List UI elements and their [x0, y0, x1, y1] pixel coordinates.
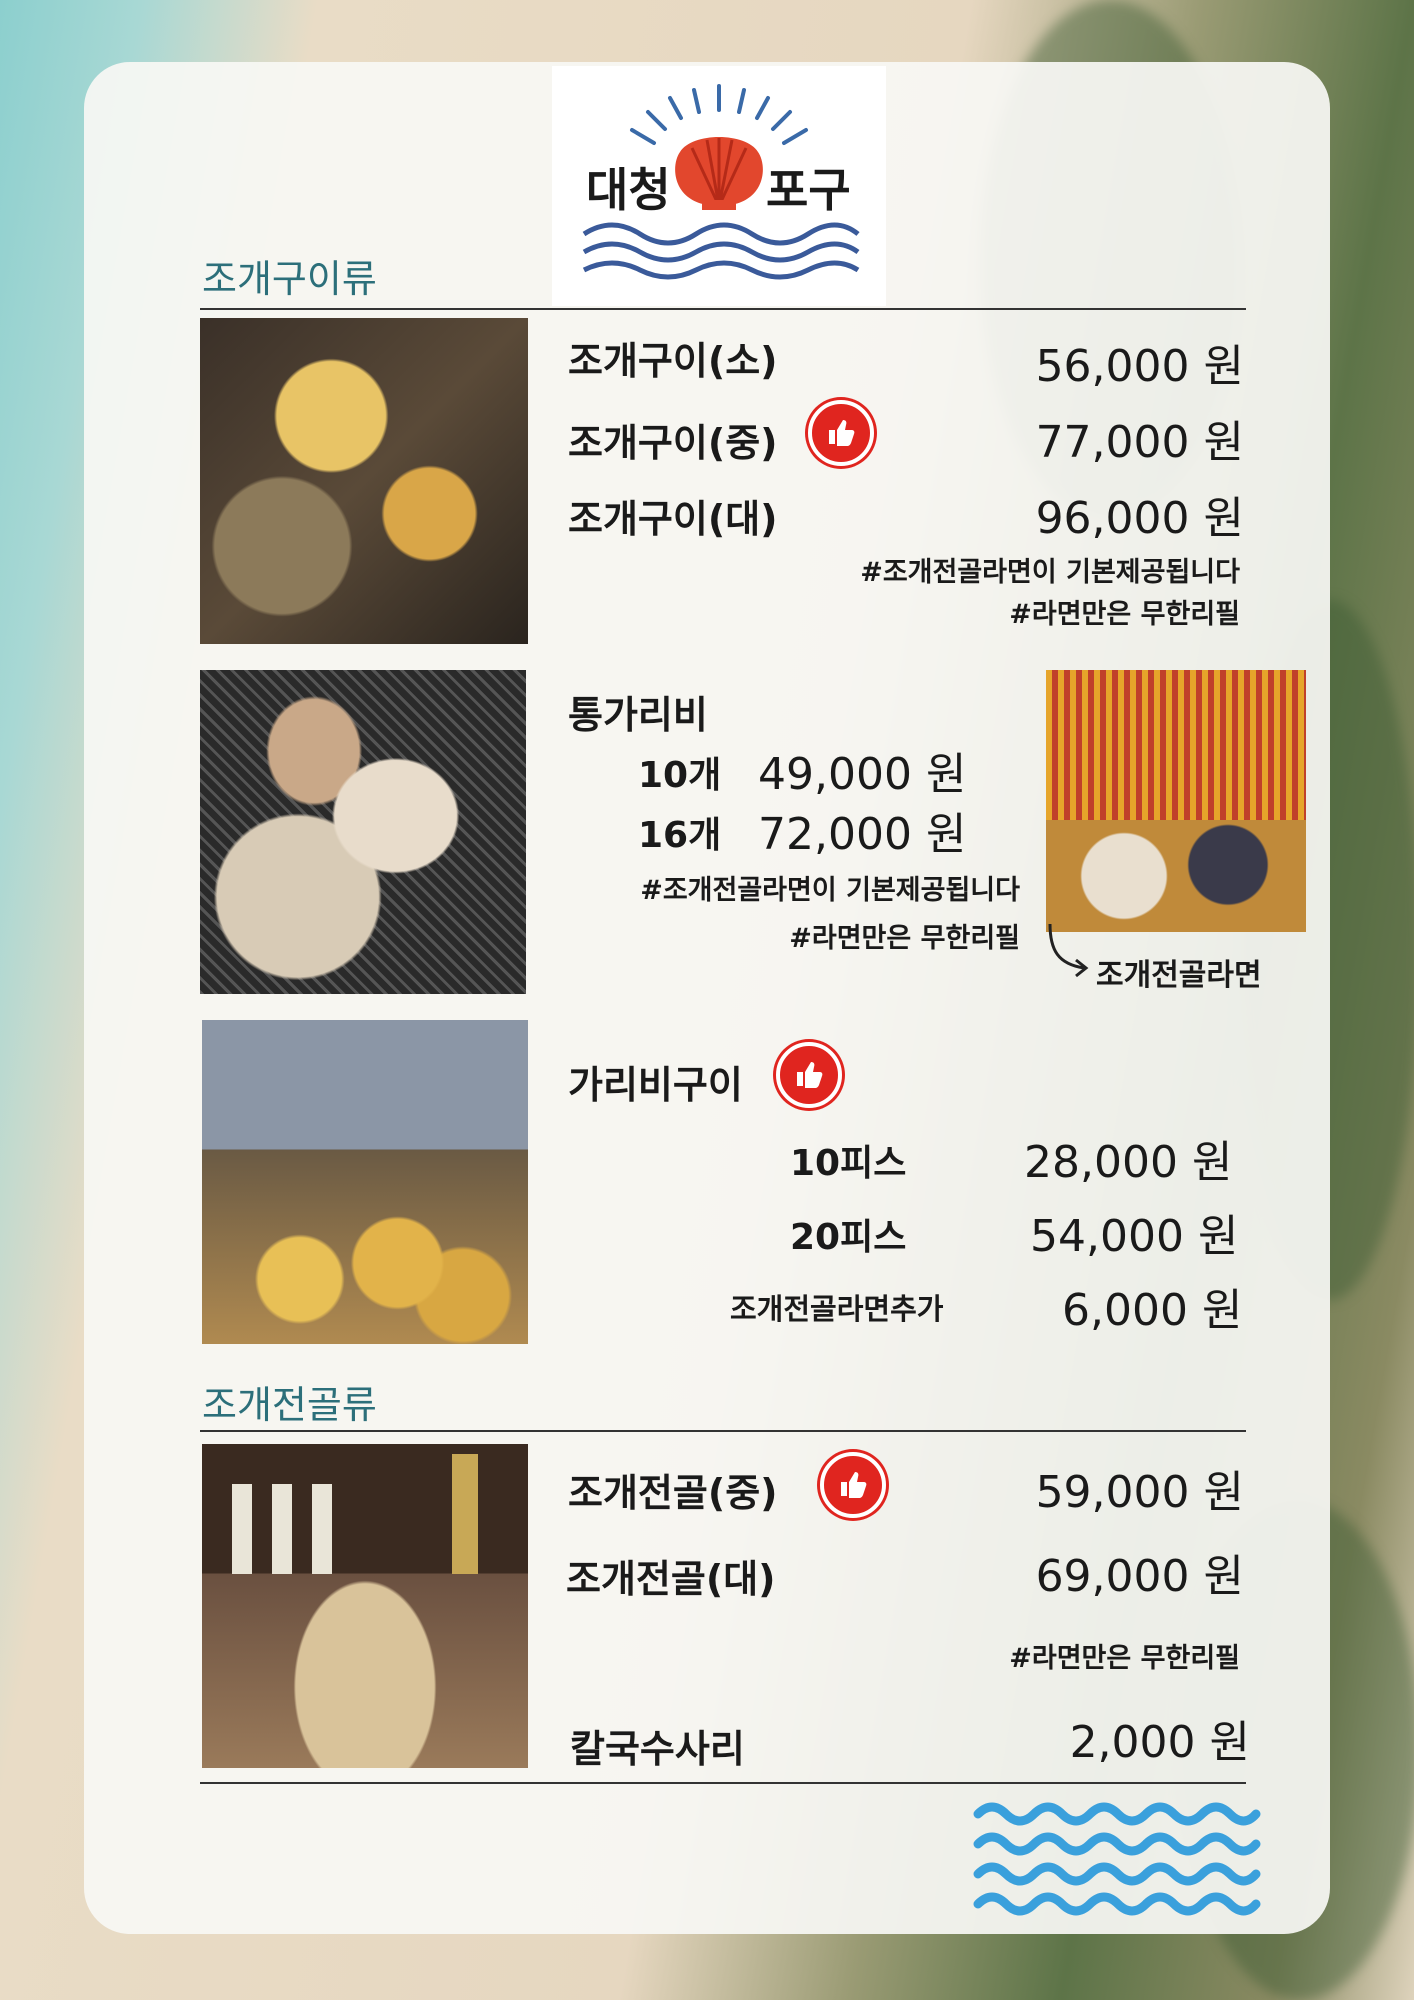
menu-note: #조개전골라면이 기본제공됩니다 — [640, 875, 1020, 906]
qty-price: 28,000 원 — [1024, 1137, 1233, 1188]
section-title-stew: 조개전골류 — [202, 1385, 377, 1427]
logo: 대청 포구 — [552, 66, 886, 306]
menu-note: #라면만은 무한리필 — [1009, 1643, 1240, 1674]
grilled-scallop-photo — [202, 1020, 528, 1344]
qty-price: 49,000 원 — [758, 749, 967, 800]
menu-item-price: 69,000 원 — [1035, 1551, 1244, 1602]
qty-label: 10개 — [638, 755, 722, 796]
thumbs-up-icon — [808, 400, 874, 466]
divider — [200, 1782, 1246, 1784]
menu-item-price: 96,000 원 — [1035, 493, 1244, 544]
menu-item-name: 조개구이(중) — [568, 421, 778, 465]
clam-stew-photo — [202, 1444, 528, 1768]
section-title-grill: 조개구이류 — [202, 259, 377, 301]
menu-item-price: 77,000 원 — [1035, 417, 1244, 468]
menu-item-name: 가리비구이 — [568, 1063, 743, 1107]
brand-name-right: 포구 — [766, 163, 851, 217]
arrow-icon — [1048, 923, 1089, 978]
menu-note: #조개전골라면이 기본제공됩니다 — [860, 557, 1240, 588]
divider — [200, 308, 1246, 310]
menu-item-name: 칼국수사리 — [570, 1727, 745, 1771]
menu-item-price: 56,000 원 — [1035, 341, 1244, 392]
qty-label: 16개 — [638, 815, 722, 856]
menu-item-name: 조개구이(소) — [568, 339, 778, 383]
side-photo-label: 조개전골라면 — [1096, 958, 1262, 993]
qty-label: 10피스 — [790, 1143, 907, 1184]
menu-item-price: 59,000 원 — [1035, 1467, 1244, 1518]
qty-price: 54,000 원 — [1030, 1211, 1239, 1262]
menu-item-name: 조개구이(대) — [568, 497, 778, 541]
menu-item-name: 통가리비 — [568, 693, 708, 737]
qty-label: 20피스 — [790, 1217, 907, 1258]
menu-note: #라면만은 무한리필 — [789, 923, 1020, 954]
extra-price: 6,000 원 — [1062, 1285, 1243, 1336]
brand-name-left: 대청 — [586, 163, 671, 217]
menu-item-name: 조개전골(중) — [568, 1471, 778, 1515]
thumbs-up-icon — [776, 1042, 842, 1108]
grilled-clams-photo — [200, 318, 528, 644]
clam-ramen-photo — [1046, 670, 1306, 932]
menu-note: #라면만은 무한리필 — [1009, 599, 1240, 630]
extra-name: 조개전골라면추가 — [730, 1292, 944, 1326]
menu-item-name: 조개전골(대) — [566, 1557, 776, 1601]
thumbs-up-icon — [820, 1452, 886, 1518]
wave-decoration-icon — [973, 1802, 1261, 1916]
divider — [200, 1430, 1246, 1432]
menu-item-price: 2,000 원 — [1069, 1717, 1250, 1768]
qty-price: 72,000 원 — [758, 809, 967, 860]
